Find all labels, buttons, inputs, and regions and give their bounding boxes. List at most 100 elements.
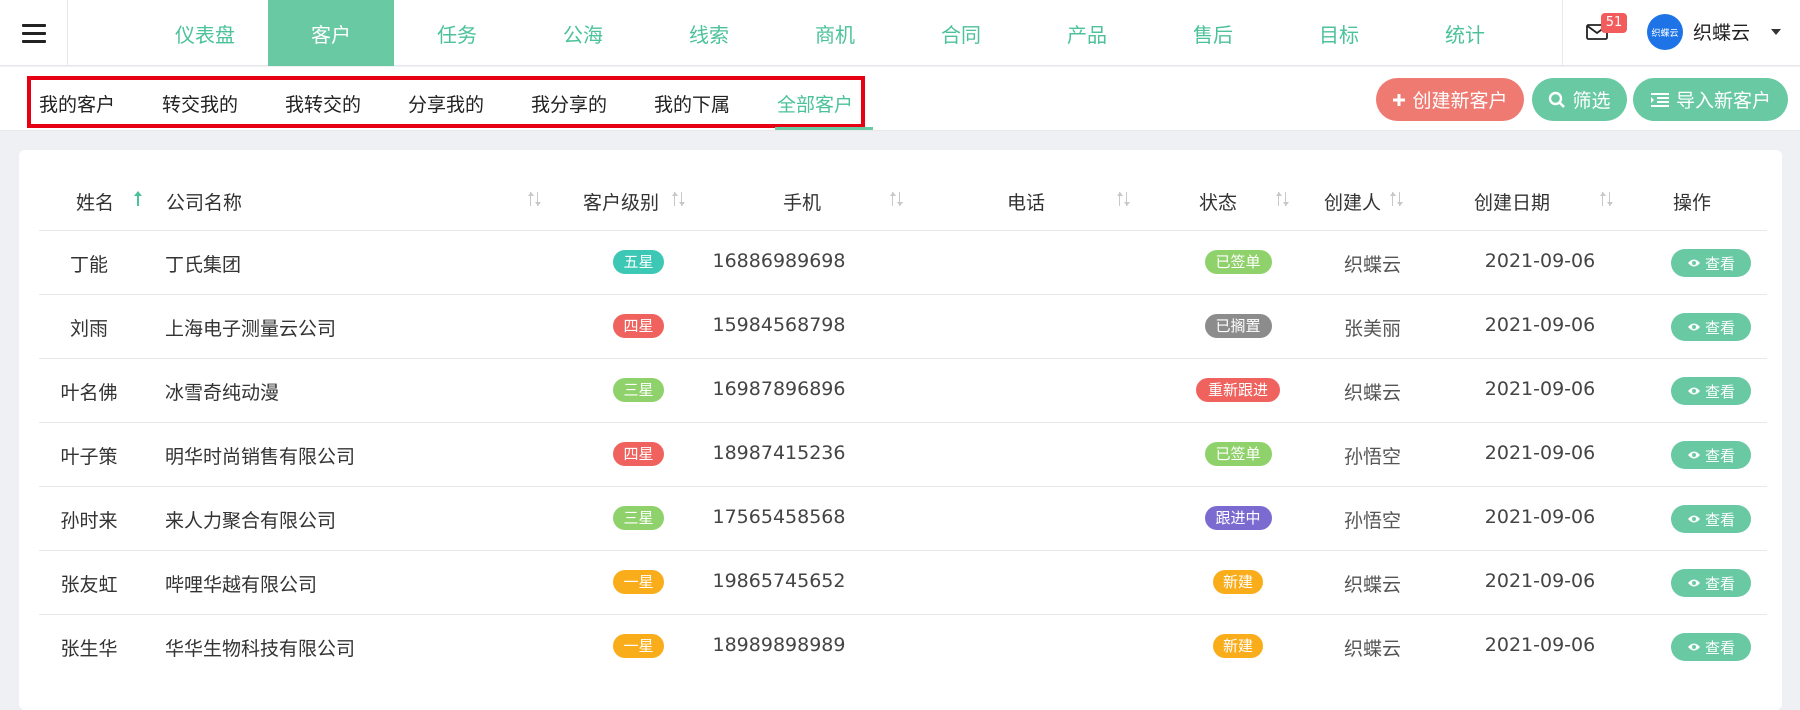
table-row: 刘雨 上海电子测量云公司 四星 15984568798 已搁置 张美丽 2021-09-06… [39,294,1767,358]
view-button[interactable]: 查看 [1671,505,1751,533]
level-badge: 四星 [613,442,664,466]
search-icon [1549,91,1566,108]
tab-shared-by-me[interactable]: 我分享的 [531,90,607,117]
customer-name[interactable]: 叶子策 [39,442,139,469]
view-button[interactable]: 查看 [1671,633,1751,661]
create-customer-button[interactable]: 创建新客户 [1376,78,1524,121]
view-button[interactable]: 查看 [1671,249,1751,277]
sort-icon[interactable] [888,190,904,208]
column-header-company[interactable]: 公司名称 [166,188,242,215]
table-row: 丁能 丁氏集团 五星 16886989698 已签单 织蝶云 2021-09-06 查看 [39,230,1767,294]
mobile-number: 16987896896 [712,378,846,400]
sort-icon[interactable] [670,190,686,208]
view-button-label: 查看 [1704,382,1735,401]
mobile-number: 16886989698 [712,250,846,272]
tab-my-customers[interactable]: 我的客户 [39,90,115,117]
user-name[interactable]: 织蝶云 [1693,18,1750,45]
tab-transferred-by-me[interactable]: 我转交的 [285,90,361,117]
column-header-phone[interactable]: 电话 [1007,188,1045,215]
column-header-level[interactable]: 客户级别 [583,188,659,215]
eye-icon [1687,387,1700,395]
customer-name[interactable]: 孙时来 [39,506,139,533]
eye-icon [1687,259,1700,267]
view-button[interactable]: 查看 [1671,313,1751,341]
table-row: 叶名佛 冰雪奇纯动漫 三星 16987896896 重新跟进 织蝶云 2021-09-06 查… [39,358,1767,422]
view-button[interactable]: 查看 [1671,569,1751,597]
status-badge: 已搁置 [1204,314,1272,338]
column-header-name[interactable]: 姓名 [76,188,114,215]
company-name[interactable]: 上海电子测量云公司 [165,314,336,341]
avatar[interactable]: 织蝶云 [1647,14,1683,50]
sort-icon[interactable] [1274,190,1290,208]
level-badge: 一星 [613,634,664,658]
tab-my-subordinates[interactable]: 我的下属 [654,90,730,117]
sort-icon[interactable] [1388,190,1404,208]
nav-item-public-pool[interactable]: 公海 [520,0,646,66]
hamburger-menu-icon[interactable] [0,0,68,66]
company-name[interactable]: 明华时尚销售有限公司 [165,442,355,469]
tab-transferred-to-me[interactable]: 转交我的 [162,90,238,117]
created-date: 2021-09-06 [1484,378,1596,400]
status-badge: 新建 [1213,634,1263,658]
filter-button[interactable]: 筛选 [1532,78,1627,121]
created-date: 2021-09-06 [1484,250,1596,272]
column-header-creator[interactable]: 创建人 [1324,188,1381,215]
nav-item-goals[interactable]: 目标 [1276,0,1402,66]
company-name[interactable]: 冰雪奇纯动漫 [165,378,279,405]
view-button[interactable]: 查看 [1671,377,1751,405]
sort-icon[interactable] [526,190,542,208]
customer-name[interactable]: 张生华 [39,634,139,661]
column-header-created-date[interactable]: 创建日期 [1474,188,1550,215]
sort-icon[interactable] [1598,190,1614,208]
company-name[interactable]: 丁氏集团 [165,250,241,277]
company-name[interactable]: 来人力聚合有限公司 [165,506,336,533]
chevron-down-icon[interactable] [1771,29,1781,35]
filter-label: 筛选 [1572,90,1611,112]
eye-icon [1687,323,1700,331]
nav-item-products[interactable]: 产品 [1024,0,1150,66]
company-name[interactable]: 哔哩华越有限公司 [165,570,317,597]
eye-icon [1687,451,1700,459]
column-header-actions: 操作 [1673,192,1712,214]
column-header-status[interactable]: 状态 [1199,188,1237,215]
column-header-mobile[interactable]: 手机 [783,188,821,215]
creator-name: 孙悟空 [1344,446,1402,468]
mobile-number: 19865745652 [712,570,846,592]
tab-shared-to-me[interactable]: 分享我的 [408,90,484,117]
eye-icon [1687,515,1700,523]
tab-all-customers[interactable]: 全部客户 [777,90,853,117]
nav-item-leads[interactable]: 线索 [646,0,772,66]
company-name[interactable]: 华华生物科技有限公司 [165,634,355,661]
nav-item-tasks[interactable]: 任务 [394,0,520,66]
nav-item-opportunities[interactable]: 商机 [772,0,898,66]
eye-icon [1687,643,1700,651]
level-badge: 四星 [613,314,664,338]
plus-icon [1393,93,1406,106]
mobile-number: 17565458568 [712,506,846,528]
creator-name: 织蝶云 [1344,638,1402,660]
level-badge: 一星 [613,570,664,594]
nav-item-after-sales[interactable]: 售后 [1150,0,1276,66]
created-date: 2021-09-06 [1484,570,1596,592]
status-badge: 新建 [1213,570,1263,594]
create-customer-label: 创建新客户 [1412,90,1508,112]
customer-name[interactable]: 丁能 [39,250,139,277]
customer-table-card: 姓名 公司名称 客户级别 手机 电话 状态 创建人 创建日期 操作 丁能 丁氏集团… [19,150,1782,710]
status-badge: 已签单 [1204,250,1272,274]
customer-name[interactable]: 叶名佛 [39,378,139,405]
mobile-number: 15984568798 [712,314,846,336]
creator-name: 孙悟空 [1344,510,1402,532]
creator-name: 织蝶云 [1344,574,1402,596]
sort-ascending-icon[interactable] [133,190,143,208]
sort-icon[interactable] [1115,190,1131,208]
nav-item-customers[interactable]: 客户 [268,0,394,66]
nav-item-dashboard[interactable]: 仪表盘 [142,0,268,66]
nav-item-statistics[interactable]: 统计 [1402,0,1528,66]
customer-name[interactable]: 张友虹 [39,570,139,597]
customer-name[interactable]: 刘雨 [39,314,139,341]
table-row: 张生华 华华生物科技有限公司 一星 18989898989 新建 织蝶云 2021-09-0… [39,614,1767,678]
import-customer-button[interactable]: 导入新客户 [1633,78,1788,121]
nav-item-contracts[interactable]: 合同 [898,0,1024,66]
view-button[interactable]: 查看 [1671,441,1751,469]
list-icon [1650,92,1669,107]
